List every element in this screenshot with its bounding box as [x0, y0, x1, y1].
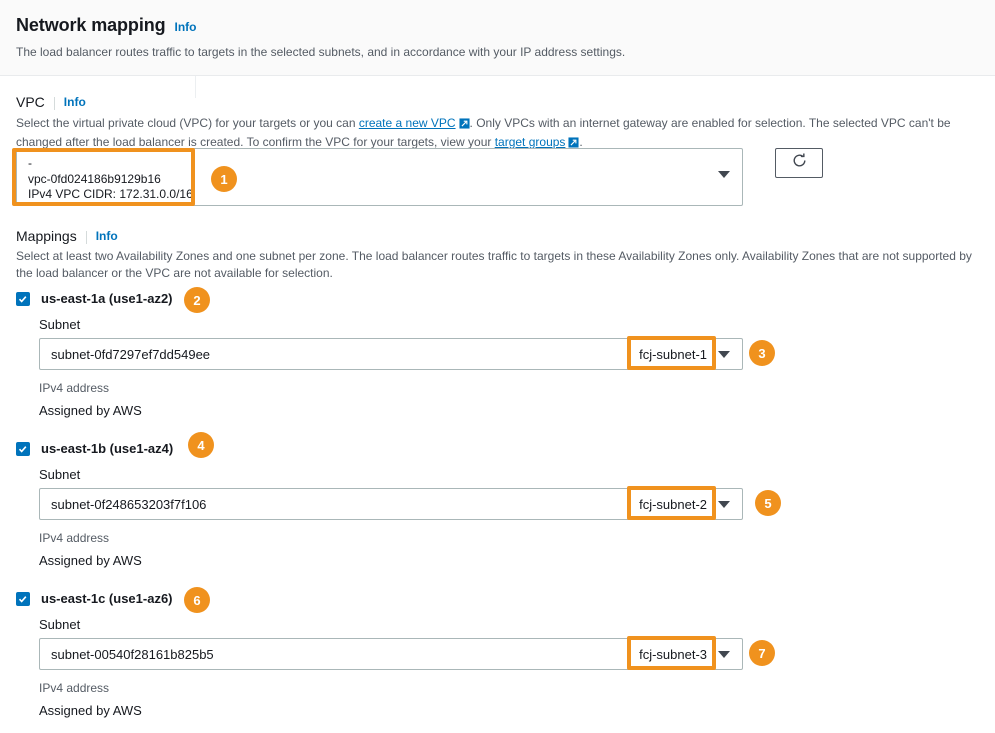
vpc-select[interactable]: - vpc-0fd024186b9129b16 IPv4 VPC CIDR: 1… [16, 148, 743, 206]
subnet-select[interactable]: subnet-0f248653203f7f106 fcj-subnet-2 [39, 488, 743, 520]
subnet-select[interactable]: subnet-00540f28161b825b5 fcj-subnet-3 [39, 638, 743, 670]
subnet-id-value: subnet-0f248653203f7f106 [51, 496, 207, 512]
subnet-tag-value: fcj-subnet-3 [639, 646, 707, 662]
page-header: Network mapping Info The load balancer r… [0, 0, 995, 76]
vpc-select-row: - vpc-0fd024186b9129b16 IPv4 VPC CIDR: 1… [16, 148, 823, 206]
page-title: Network mapping [16, 15, 166, 35]
chevron-down-icon[interactable] [718, 350, 730, 358]
header-divider-artifact [195, 76, 196, 98]
vpc-description: Select the virtual private cloud (VPC) f… [16, 115, 982, 152]
az-name: us-east-1c (use1-az6) [41, 591, 173, 606]
vpc-desc-part1: Select the virtual private cloud (VPC) f… [16, 116, 359, 130]
vpc-selected-id: vpc-0fd024186b9129b16 [28, 171, 161, 186]
vpc-label-row: VPC Info [16, 94, 86, 110]
subnet-select[interactable]: subnet-0fd7297ef7dd549ee fcj-subnet-1 [39, 338, 743, 370]
header-title-row: Network mapping Info [16, 15, 197, 36]
ipv4-address-label: IPv4 address [39, 681, 110, 695]
az-checkbox[interactable] [16, 291, 30, 306]
az-name: us-east-1a (use1-az2) [41, 291, 173, 306]
vpc-selected-value: - vpc-0fd024186b9129b16 IPv4 VPC CIDR: 1… [28, 156, 193, 203]
vpc-selected-cidr: IPv4 VPC CIDR: 172.31.0.0/16 [28, 187, 193, 201]
refresh-icon [791, 152, 808, 174]
az-name: us-east-1b (use1-az4) [41, 441, 174, 456]
az-header: us-east-1a (use1-az2) [16, 291, 743, 306]
az-checkbox[interactable] [16, 591, 30, 606]
subnet-id-value: subnet-00540f28161b825b5 [51, 646, 214, 662]
annotation-badge: 7 [749, 640, 775, 666]
az-header: us-east-1b (use1-az4) [16, 441, 743, 456]
ipv4-address-value: Assigned by AWS [39, 703, 142, 718]
availability-zone-block: us-east-1b (use1-az4) Subnet subnet-0f24… [16, 441, 743, 568]
subnet-tag-group[interactable]: fcj-subnet-3 [630, 639, 742, 669]
availability-zone-block: us-east-1c (use1-az6) Subnet subnet-0054… [16, 591, 743, 718]
subnet-tag-group[interactable]: fcj-subnet-1 [630, 339, 742, 369]
subnet-label: Subnet [39, 317, 81, 332]
az-checkbox[interactable] [16, 441, 30, 456]
ipv4-address-label: IPv4 address [39, 381, 110, 395]
vpc-desc-part3: . [579, 134, 583, 149]
subnet-id-value: subnet-0fd7297ef7dd549ee [51, 346, 211, 362]
vpc-label: VPC [16, 94, 45, 110]
page-description: The load balancer routes traffic to targ… [16, 45, 626, 59]
vpc-selected-name: - [28, 156, 32, 170]
mappings-info-link[interactable]: Info [96, 229, 118, 243]
subnet-tag-group[interactable]: fcj-subnet-2 [630, 489, 742, 519]
annotation-badge: 3 [749, 340, 775, 366]
subnet-label: Subnet [39, 467, 81, 482]
network-mapping-page: Network mapping Info The load balancer r… [0, 0, 995, 733]
vpc-info-link[interactable]: Info [64, 95, 86, 109]
az-header: us-east-1c (use1-az6) [16, 591, 743, 606]
chevron-down-icon[interactable] [718, 171, 730, 178]
refresh-button[interactable] [775, 148, 823, 178]
label-separator [85, 230, 87, 244]
chevron-down-icon[interactable] [718, 500, 730, 508]
ipv4-address-value: Assigned by AWS [39, 403, 142, 418]
external-link-icon [459, 117, 470, 134]
label-separator [53, 96, 55, 110]
create-new-vpc-link[interactable]: create a new VPC [359, 116, 456, 130]
subnet-label: Subnet [39, 617, 81, 632]
mappings-label-row: Mappings Info [16, 228, 118, 244]
mappings-label: Mappings [16, 228, 77, 244]
header-info-link[interactable]: Info [175, 20, 197, 34]
target-groups-link[interactable]: target groups [495, 135, 566, 149]
availability-zone-block: us-east-1a (use1-az2) Subnet subnet-0fd7… [16, 291, 743, 418]
ipv4-address-label: IPv4 address [39, 531, 110, 545]
subnet-tag-value: fcj-subnet-1 [639, 346, 707, 362]
mappings-description: Select at least two Availability Zones a… [16, 249, 972, 280]
annotation-badge: 5 [755, 490, 781, 516]
subnet-tag-value: fcj-subnet-2 [639, 496, 707, 512]
ipv4-address-value: Assigned by AWS [39, 553, 142, 568]
chevron-down-icon[interactable] [718, 650, 730, 658]
